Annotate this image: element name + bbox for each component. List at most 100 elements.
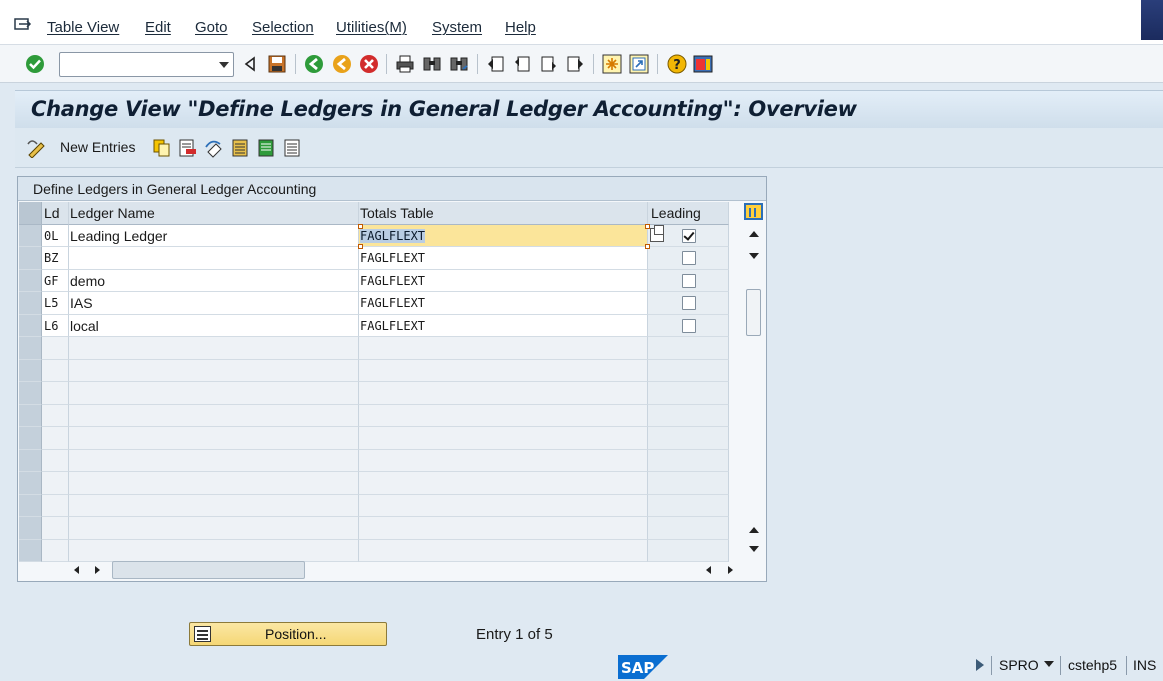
ledger-code-cell[interactable] bbox=[42, 404, 69, 427]
menu-goto[interactable]: Goto bbox=[195, 19, 228, 36]
ledger-code-cell[interactable] bbox=[42, 494, 69, 517]
leading-checkbox[interactable] bbox=[682, 228, 696, 243]
command-field[interactable] bbox=[59, 52, 234, 77]
scroll-column-right-icon[interactable] bbox=[728, 566, 733, 574]
value-help-icon[interactable] bbox=[650, 224, 664, 242]
change-display-icon[interactable] bbox=[26, 138, 48, 158]
position-button[interactable]: Position... bbox=[189, 622, 387, 646]
status-toggle-icon[interactable] bbox=[976, 659, 984, 671]
ledger-name-cell[interactable] bbox=[69, 539, 359, 562]
totals-table-cell[interactable] bbox=[359, 494, 648, 517]
deselect-all-icon[interactable] bbox=[283, 138, 303, 158]
ledger-code-cell[interactable] bbox=[42, 427, 69, 450]
select-all-icon[interactable] bbox=[231, 138, 251, 158]
totals-table-cell[interactable] bbox=[359, 427, 648, 450]
ledger-code-cell[interactable] bbox=[42, 382, 69, 405]
row-selector[interactable] bbox=[19, 359, 42, 382]
first-page-icon[interactable] bbox=[485, 53, 507, 75]
table-settings-icon[interactable] bbox=[744, 203, 763, 220]
leading-checkbox[interactable] bbox=[682, 273, 696, 288]
row-selector[interactable] bbox=[19, 494, 42, 517]
undo-change-icon[interactable] bbox=[204, 138, 226, 158]
ledger-name-cell[interactable] bbox=[69, 404, 359, 427]
leading-checkbox[interactable] bbox=[682, 251, 696, 265]
totals-table-cell[interactable]: FAGLFLEXT bbox=[359, 224, 648, 247]
totals-table-cell[interactable] bbox=[359, 472, 648, 495]
totals-table-cell[interactable] bbox=[359, 449, 648, 472]
ledger-code-cell[interactable] bbox=[42, 359, 69, 382]
scroll-up-icon[interactable] bbox=[749, 231, 759, 237]
row-selector[interactable] bbox=[19, 292, 42, 315]
ledger-name-cell[interactable] bbox=[69, 337, 359, 360]
create-session-icon[interactable] bbox=[601, 53, 623, 75]
ledger-code-cell[interactable] bbox=[42, 517, 69, 540]
ledger-code-cell[interactable] bbox=[42, 472, 69, 495]
scroll-down-icon[interactable] bbox=[749, 253, 759, 259]
ledger-name-cell[interactable] bbox=[69, 382, 359, 405]
totals-table-cell[interactable]: FAGLFLEXT bbox=[359, 247, 648, 270]
totals-table-cell[interactable] bbox=[359, 382, 648, 405]
shortcut-icon[interactable] bbox=[628, 53, 650, 75]
column-header-ld[interactable]: Ld bbox=[42, 202, 69, 225]
layout-icon[interactable] bbox=[692, 53, 714, 75]
cancel-icon[interactable] bbox=[358, 53, 380, 75]
menu-utilities[interactable]: Utilities(M) bbox=[336, 19, 407, 36]
row-selector[interactable] bbox=[19, 517, 42, 540]
ledger-code-cell[interactable] bbox=[42, 449, 69, 472]
back-green-icon[interactable] bbox=[303, 53, 325, 75]
row-selector[interactable] bbox=[19, 539, 42, 562]
copy-as-icon[interactable] bbox=[152, 138, 172, 158]
totals-table-cell[interactable]: FAGLFLEXT bbox=[359, 292, 648, 315]
totals-table-cell[interactable] bbox=[359, 337, 648, 360]
ledger-name-cell[interactable]: local bbox=[69, 314, 359, 337]
row-selector[interactable] bbox=[19, 382, 42, 405]
totals-table-cell[interactable] bbox=[359, 359, 648, 382]
menu-selection[interactable]: Selection bbox=[252, 19, 314, 36]
save-icon[interactable] bbox=[266, 53, 288, 75]
row-selector[interactable] bbox=[19, 404, 42, 427]
totals-table-cell[interactable] bbox=[359, 404, 648, 427]
ledger-code-cell[interactable] bbox=[42, 337, 69, 360]
scroll-page-down-icon[interactable] bbox=[749, 546, 759, 552]
next-page-icon[interactable] bbox=[538, 53, 560, 75]
row-selector[interactable] bbox=[19, 449, 42, 472]
totals-table-cell[interactable]: FAGLFLEXT bbox=[359, 269, 648, 292]
enter-icon[interactable] bbox=[24, 53, 46, 75]
ledger-name-cell[interactable] bbox=[69, 247, 359, 270]
chevron-down-icon[interactable] bbox=[219, 62, 229, 68]
row-selector[interactable] bbox=[19, 337, 42, 360]
leading-checkbox[interactable] bbox=[682, 296, 696, 310]
totals-table-cell[interactable]: FAGLFLEXT bbox=[359, 314, 648, 337]
menu-table-view[interactable]: Table View bbox=[47, 19, 119, 36]
column-header-leading[interactable]: Leading bbox=[648, 202, 729, 225]
delete-icon[interactable] bbox=[178, 138, 198, 158]
select-block-icon[interactable] bbox=[257, 138, 277, 158]
ledger-name-cell[interactable]: IAS bbox=[69, 292, 359, 315]
back-arrow-icon[interactable] bbox=[239, 53, 261, 75]
find-icon[interactable] bbox=[421, 53, 443, 75]
menu-edit[interactable]: Edit bbox=[145, 19, 171, 36]
row-selector[interactable] bbox=[19, 314, 42, 337]
last-page-icon[interactable] bbox=[564, 53, 586, 75]
row-selector[interactable] bbox=[19, 427, 42, 450]
ledger-name-cell[interactable]: Leading Ledger bbox=[69, 224, 359, 247]
menu-toggle-icon[interactable] bbox=[14, 18, 32, 32]
vertical-scrollbar[interactable] bbox=[742, 201, 766, 560]
row-selector[interactable] bbox=[19, 247, 42, 270]
row-selector[interactable] bbox=[19, 472, 42, 495]
ledger-name-cell[interactable] bbox=[69, 449, 359, 472]
totals-table-cell[interactable] bbox=[359, 539, 648, 562]
scroll-page-up-icon[interactable] bbox=[749, 527, 759, 533]
totals-table-cell[interactable] bbox=[359, 517, 648, 540]
previous-page-icon[interactable] bbox=[511, 53, 533, 75]
new-entries-button[interactable]: New Entries bbox=[60, 139, 135, 155]
leading-checkbox[interactable] bbox=[682, 318, 696, 333]
ledger-name-cell[interactable] bbox=[69, 517, 359, 540]
scroll-column-left-icon[interactable] bbox=[706, 566, 711, 574]
row-selector[interactable] bbox=[19, 269, 42, 292]
print-icon[interactable] bbox=[394, 53, 416, 75]
horizontal-scroll-thumb[interactable] bbox=[112, 561, 305, 579]
exit-icon[interactable] bbox=[331, 53, 353, 75]
select-all-rows[interactable] bbox=[19, 202, 42, 225]
help-icon[interactable]: ? bbox=[666, 53, 688, 75]
